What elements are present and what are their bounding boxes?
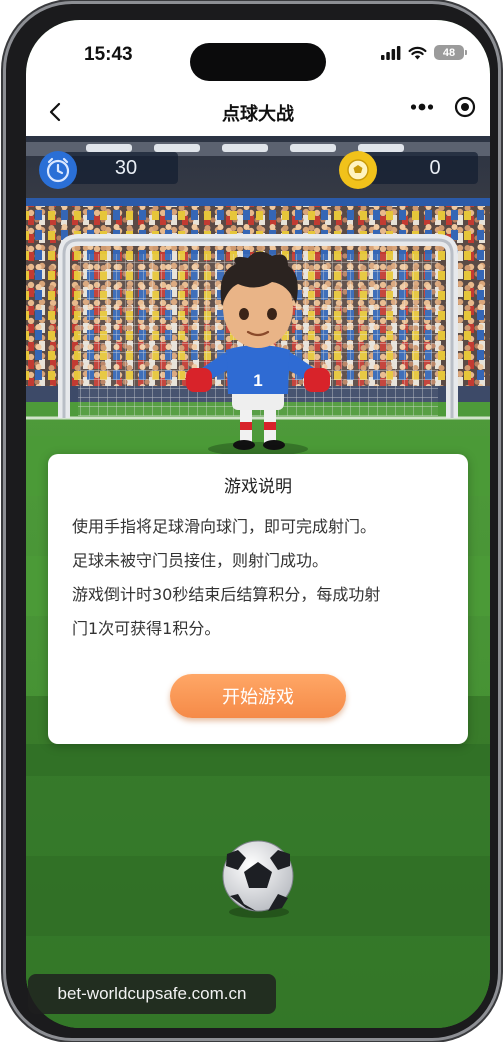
timer-hud: 30 (38, 150, 198, 189)
battery-icon: 48 (434, 45, 467, 60)
game-scene: 1 30 0 游戏说明 使用手指将足球滑向球门，即可完成射门。 足球未被守门员接… (26, 136, 490, 1028)
instructions-dialog: 游戏说明 使用手指将足球滑向球门，即可完成射门。 足球未被守门员接住，则射门成功… (48, 454, 468, 744)
instruction-line: 游戏倒计时30秒结束后结算积分，每成功射 (72, 585, 381, 604)
score-hud: 0 (338, 150, 478, 189)
wifi-icon (408, 46, 427, 59)
watermark-label: bet-worldcupsafe.com.cn (28, 974, 276, 1014)
phone-screen: 15:43 48 点球大战 1 30 0 游戏说明 使用手指将足球滑向球门，即可… (26, 20, 490, 1028)
instruction-line: 足球未被守门员接住，则射门成功。 (72, 551, 329, 570)
jersey-number: 1 (253, 371, 262, 390)
score-box: 0 (362, 152, 478, 184)
nav-bar: 点球大战 (26, 88, 490, 136)
more-dots-icon[interactable] (410, 103, 434, 111)
dialog-title: 游戏说明 (224, 477, 292, 497)
battery-level: 48 (442, 46, 456, 59)
dynamic-island (190, 43, 326, 81)
timer-box: 30 (62, 152, 178, 184)
status-time: 15:43 (84, 44, 133, 65)
soccer-ball-icon (339, 151, 377, 189)
score-value: 0 (429, 156, 441, 179)
status-bar: 15:43 48 (26, 20, 490, 88)
start-game-button[interactable]: 开始游戏 (170, 674, 346, 718)
status-icons: 48 (381, 45, 467, 60)
instructions-text: 使用手指将足球滑向球门，即可完成射门。 足球未被守门员接住，则射门成功。 游戏倒… (72, 510, 452, 646)
mini-program-capsule (410, 96, 476, 118)
instruction-line: 使用手指将足球滑向球门，即可完成射门。 (72, 517, 377, 536)
instruction-line: 门1次可获得1积分。 (72, 619, 221, 638)
timer-value: 30 (114, 156, 138, 179)
cellular-signal-icon (381, 45, 401, 60)
target-close-icon[interactable] (454, 96, 476, 118)
alarm-clock-icon (39, 151, 77, 189)
phone-frame: 15:43 48 点球大战 1 30 0 游戏说明 使用手指将足球滑向球门，即可… (6, 4, 498, 1038)
